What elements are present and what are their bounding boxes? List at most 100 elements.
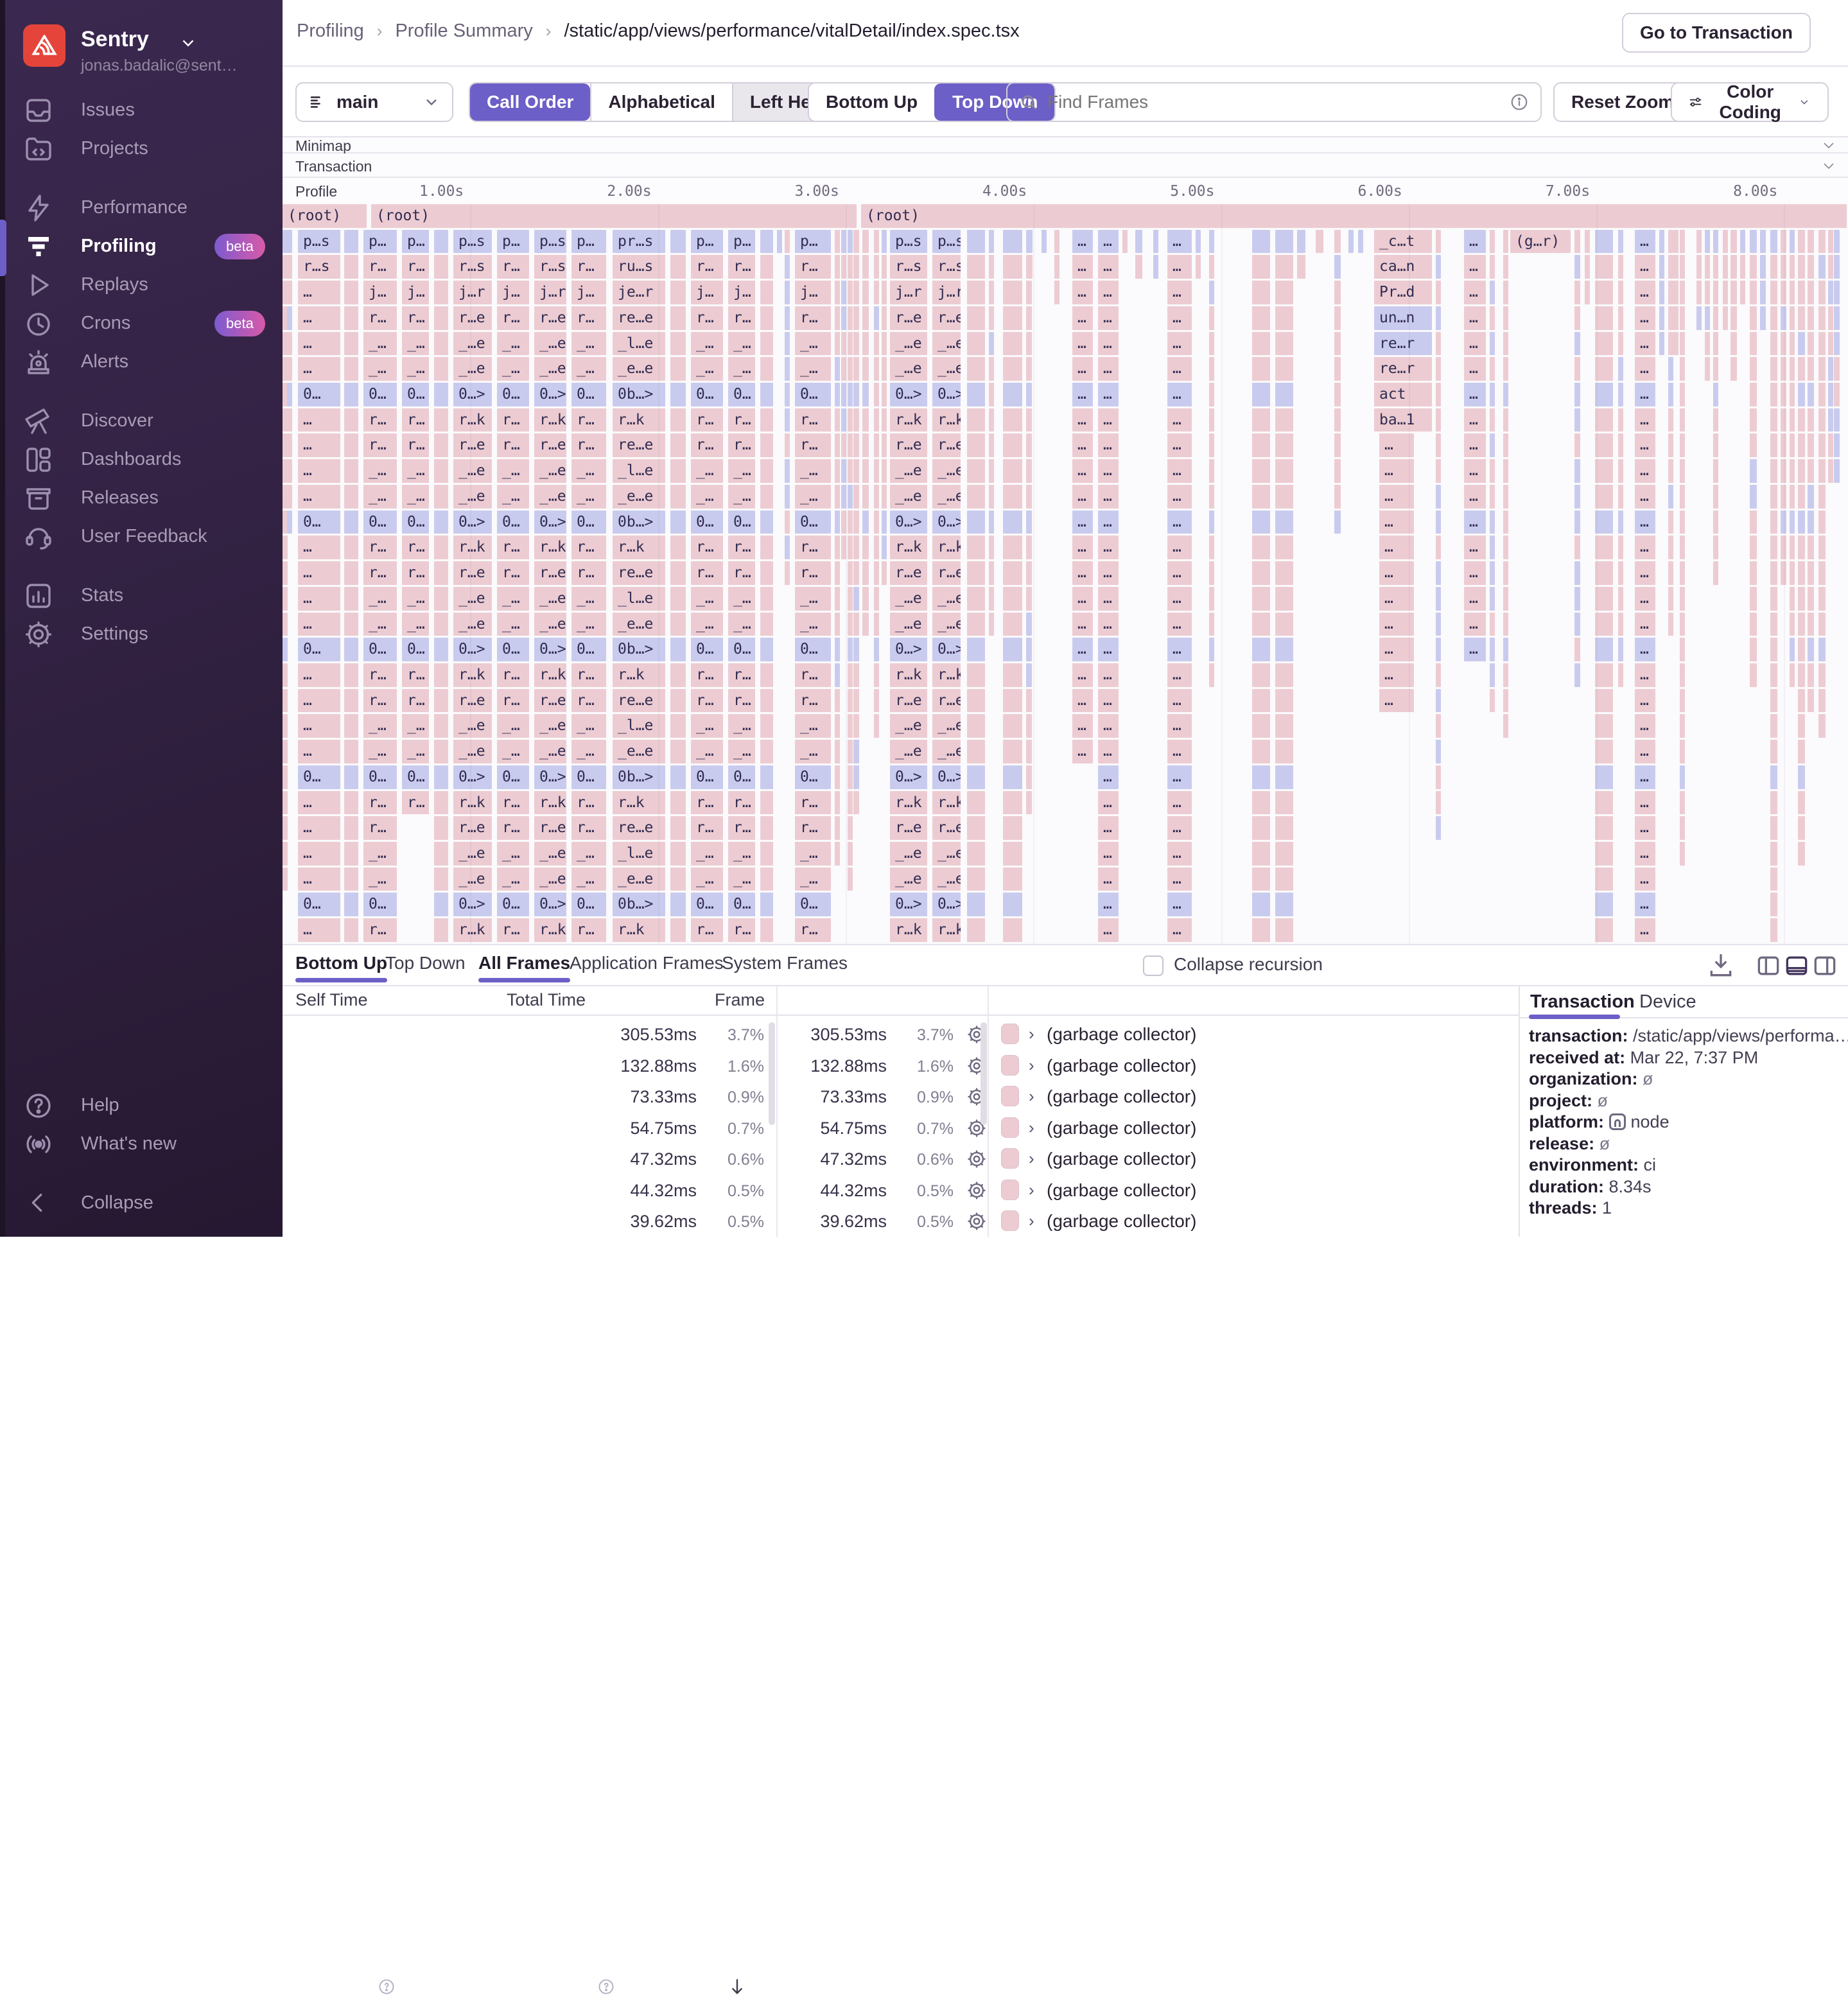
flame-frame[interactable] bbox=[1595, 332, 1613, 356]
flame-frame[interactable] bbox=[1490, 587, 1495, 611]
flame-frame[interactable] bbox=[1252, 868, 1270, 891]
flame-frame[interactable]: _… bbox=[402, 332, 429, 356]
flame-frame[interactable] bbox=[853, 536, 859, 559]
flame-frame[interactable] bbox=[1275, 408, 1293, 432]
flame-frame[interactable] bbox=[1770, 383, 1777, 406]
flame-frame[interactable] bbox=[874, 408, 879, 432]
flame-frame[interactable]: r… bbox=[728, 816, 755, 840]
flame-frame[interactable]: … bbox=[1635, 868, 1655, 891]
flame-frame[interactable] bbox=[1760, 306, 1766, 330]
flame-frame[interactable]: _… bbox=[363, 459, 397, 483]
flame-frame[interactable] bbox=[1275, 281, 1293, 304]
flame-frame[interactable] bbox=[1798, 383, 1805, 406]
flame-frame[interactable]: _… bbox=[571, 459, 606, 483]
flame-frame[interactable]: … bbox=[1098, 893, 1119, 916]
flame-frame[interactable] bbox=[1252, 893, 1270, 916]
flame-frame[interactable] bbox=[967, 510, 985, 534]
flame-frame[interactable] bbox=[1618, 332, 1623, 356]
flame-frame[interactable] bbox=[1680, 740, 1685, 763]
flame-frame[interactable]: 0… bbox=[571, 893, 606, 916]
flame-frame[interactable]: r… bbox=[691, 255, 723, 279]
flame-frame[interactable]: _… bbox=[497, 868, 529, 891]
frame-settings-icon[interactable] bbox=[966, 1148, 988, 1170]
flame-frame[interactable]: j… bbox=[795, 281, 831, 304]
flame-frame[interactable] bbox=[1818, 485, 1826, 509]
flame-frame[interactable] bbox=[874, 459, 879, 483]
flame-frame[interactable] bbox=[1574, 408, 1580, 432]
sidebar-item-stats[interactable]: Stats bbox=[0, 577, 283, 615]
flame-frame[interactable]: 0… bbox=[728, 383, 755, 406]
flame-frame[interactable] bbox=[1003, 893, 1022, 916]
flame-frame[interactable] bbox=[1209, 230, 1214, 254]
flame-frame[interactable]: r… bbox=[402, 536, 429, 559]
flame-frame[interactable] bbox=[785, 281, 790, 304]
flame-frame[interactable] bbox=[848, 561, 853, 585]
flame-frame[interactable]: _…e bbox=[890, 485, 927, 509]
flame-frame[interactable] bbox=[670, 918, 686, 942]
flame-frame[interactable] bbox=[1798, 433, 1805, 457]
sort-option-alphabetical[interactable]: Alphabetical bbox=[590, 83, 731, 121]
flame-frame[interactable] bbox=[1334, 357, 1341, 381]
flame-frame[interactable] bbox=[1834, 383, 1840, 406]
flame-frame[interactable]: … bbox=[1167, 613, 1192, 636]
flame-frame[interactable] bbox=[1730, 306, 1737, 330]
flame-frame[interactable] bbox=[1252, 816, 1270, 840]
flame-frame[interactable] bbox=[1490, 383, 1495, 406]
flame-frame[interactable] bbox=[344, 587, 358, 611]
flame-frame[interactable] bbox=[1659, 306, 1664, 330]
flame-frame[interactable] bbox=[1334, 230, 1341, 254]
flame-frame[interactable] bbox=[835, 383, 840, 406]
flame-frame[interactable] bbox=[882, 281, 887, 304]
flame-frame[interactable] bbox=[853, 433, 859, 457]
flame-frame[interactable]: _… bbox=[402, 613, 429, 636]
flame-frame[interactable]: r… bbox=[402, 433, 429, 457]
sidebar-item-replays[interactable]: Replays bbox=[0, 266, 283, 304]
flame-frame[interactable] bbox=[1798, 332, 1805, 356]
flame-frame[interactable] bbox=[848, 433, 853, 457]
flame-frame[interactable] bbox=[670, 459, 686, 483]
flame-frame[interactable]: _…e bbox=[453, 842, 492, 866]
flame-frame[interactable] bbox=[1798, 689, 1805, 713]
flame-frame[interactable]: 0…> bbox=[890, 638, 927, 661]
flame-frame[interactable] bbox=[670, 281, 686, 304]
go-to-transaction-button[interactable]: Go to Transaction bbox=[1622, 13, 1811, 53]
flame-frame[interactable] bbox=[1003, 816, 1022, 840]
flame-frame[interactable] bbox=[1252, 357, 1270, 381]
flame-frame[interactable]: … bbox=[1464, 433, 1486, 457]
flame-frame[interactable] bbox=[1275, 740, 1293, 763]
flame-frame[interactable]: … bbox=[1167, 918, 1192, 942]
flame-frame[interactable] bbox=[1252, 561, 1270, 585]
flame-frame[interactable] bbox=[1209, 408, 1214, 432]
flame-frame[interactable] bbox=[344, 689, 358, 713]
flame-frame[interactable]: _…e bbox=[890, 714, 927, 738]
flame-frame[interactable] bbox=[989, 383, 994, 406]
flame-frame[interactable] bbox=[862, 408, 869, 432]
flame-frame[interactable] bbox=[1730, 281, 1737, 304]
flame-frame[interactable] bbox=[848, 638, 853, 661]
flame-frame[interactable]: 0…> bbox=[453, 510, 492, 534]
flame-frame[interactable] bbox=[1680, 383, 1685, 406]
flame-frame[interactable]: p…s bbox=[534, 230, 566, 254]
flame-frame[interactable]: r…e bbox=[534, 433, 566, 457]
flame-frame[interactable]: r… bbox=[363, 663, 397, 687]
flame-frame[interactable]: _… bbox=[363, 868, 397, 891]
flame-frame[interactable] bbox=[1723, 281, 1728, 304]
flame-frame[interactable]: … bbox=[1098, 230, 1119, 254]
flame-frame[interactable] bbox=[1730, 230, 1737, 254]
flame-frame[interactable] bbox=[1808, 230, 1814, 254]
flame-frame[interactable]: r… bbox=[691, 816, 723, 840]
flame-frame[interactable]: r…k bbox=[534, 408, 566, 432]
flame-frame[interactable] bbox=[1760, 230, 1766, 254]
flame-frame[interactable]: 0… bbox=[571, 383, 606, 406]
flame-frame[interactable] bbox=[1834, 332, 1840, 356]
flame-frame[interactable] bbox=[1252, 433, 1270, 457]
flame-frame[interactable] bbox=[670, 714, 686, 738]
flame-frame[interactable] bbox=[874, 663, 879, 687]
flame-frame[interactable] bbox=[283, 587, 288, 611]
flame-frame[interactable] bbox=[1334, 510, 1341, 534]
flame-frame[interactable] bbox=[1808, 433, 1814, 457]
flame-frame[interactable] bbox=[1673, 332, 1678, 356]
flame-frame[interactable] bbox=[785, 536, 790, 559]
flame-frame[interactable]: … bbox=[1635, 433, 1655, 457]
flame-frame[interactable] bbox=[434, 255, 448, 279]
